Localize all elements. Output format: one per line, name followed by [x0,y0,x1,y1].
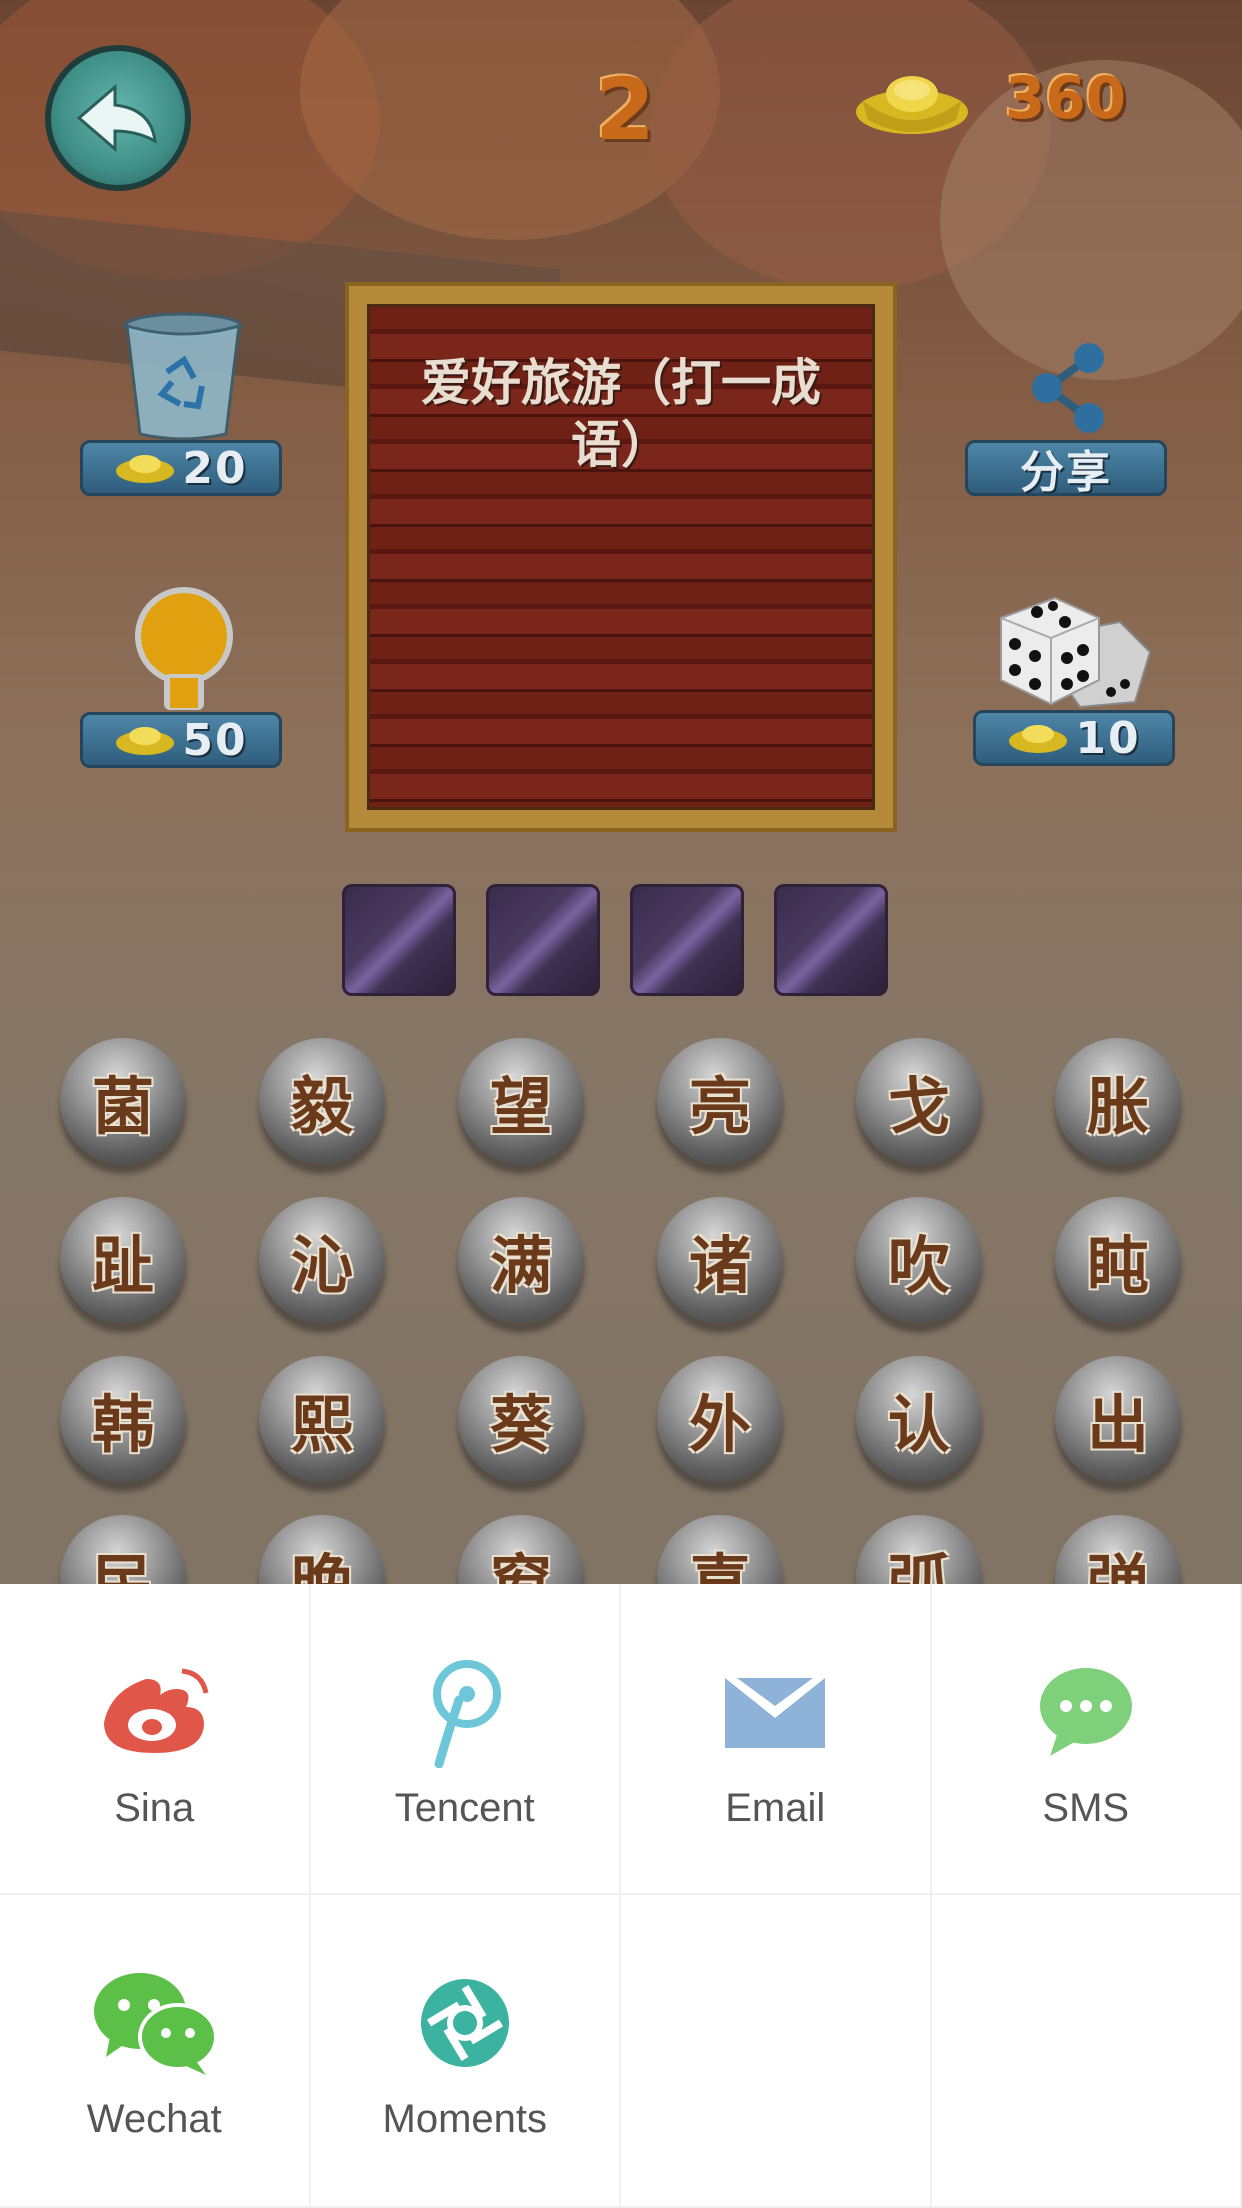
answer-slot[interactable] [774,884,888,996]
character-button[interactable]: 满 [458,1197,584,1323]
share-option-sms[interactable]: SMS [931,1584,1242,1895]
share-option-email[interactable]: Email [621,1584,932,1895]
answer-slot[interactable] [630,884,744,996]
question-panel: 爱好旅游（打一成语） [367,304,875,810]
character-button[interactable]: 盹 [1055,1197,1181,1323]
share-option-label: SMS [1042,1786,1130,1830]
moments-icon [420,1979,509,2067]
trash-bin-icon [123,312,243,440]
hint-price: 50 [182,714,248,766]
share-sheet: Sina Tencent Email SMS Wechat Moments [0,1584,1242,2208]
character-button[interactable]: 胀 [1055,1038,1181,1164]
dice-icon [1000,596,1152,709]
gold-ingot-icon [1009,725,1068,753]
character-button[interactable]: 外 [657,1356,783,1482]
question-text: 爱好旅游（打一成语） [421,354,821,474]
character-grid: 菌 毅 望 亮 戈 胀 趾 沁 满 诸 吹 盹 韩 熙 葵 外 认 出 民 晚 … [60,1038,1184,1641]
tencent-weibo-icon [432,1660,501,1768]
share-option-label: Tencent [394,1786,535,1830]
share-option-label: Sina [114,1786,195,1830]
share-label-badge: 分享 [965,440,1167,498]
character-button[interactable]: 菌 [60,1038,186,1164]
coin-count: 360 [1005,64,1127,132]
share-option-label: Email [725,1786,826,1830]
answer-slots [342,884,888,996]
gold-ingot-icon [116,727,175,755]
lightbulb-icon [135,587,233,710]
level-number: 2 [595,60,655,160]
random-price: 10 [1075,712,1141,764]
share-option-moments[interactable]: Moments [310,1895,621,2208]
share-label: 分享 [1020,447,1112,498]
character-button[interactable]: 亮 [657,1038,783,1164]
character-button[interactable]: 望 [458,1038,584,1164]
share-tool[interactable]: 分享 [965,340,1170,500]
sina-weibo-icon [104,1668,209,1753]
share-option-wechat[interactable]: Wechat [0,1895,311,2208]
share-icon [1032,343,1104,433]
share-option-sina[interactable]: Sina [0,1584,311,1895]
sms-icon [1039,1668,1132,1756]
remove-wrong-tool[interactable]: 20 [80,312,285,502]
question-board: 爱好旅游（打一成语） [345,282,897,832]
character-button[interactable]: 出 [1055,1356,1181,1482]
random-tool[interactable]: 10 [973,592,1178,772]
share-option-label: Moments [382,2097,548,2141]
answer-slot[interactable] [486,884,600,996]
character-button[interactable]: 吹 [856,1197,982,1323]
share-option-label: Wechat [86,2097,222,2141]
share-option-tencent[interactable]: Tencent [310,1584,621,1895]
remove-price: 20 [182,442,248,494]
gold-ingot-icon [856,76,968,134]
answer-slot[interactable] [342,884,456,996]
gold-ingot-icon [116,455,175,483]
character-button[interactable]: 熙 [259,1356,385,1482]
character-button[interactable]: 诸 [657,1197,783,1323]
back-arrow-icon [76,83,157,153]
character-button[interactable]: 认 [856,1356,982,1482]
character-button[interactable]: 葵 [458,1356,584,1482]
character-button[interactable]: 毅 [259,1038,385,1164]
character-button[interactable]: 趾 [60,1197,186,1323]
game-screen: 2 360 20 50 分享 10 爱好旅游（打一成语） 菌 毅 望 亮 戈 胀… [0,0,1242,2208]
email-icon [725,1678,826,1748]
wechat-icon [94,1973,217,2075]
random-price-badge: 10 [973,710,1175,766]
remove-price-badge: 20 [80,440,282,496]
hint-tool[interactable]: 50 [80,586,285,776]
share-empty-cell [931,1895,1242,2208]
character-button[interactable]: 韩 [60,1356,186,1482]
share-empty-cell [621,1895,932,2208]
hint-price-badge: 50 [80,712,282,768]
back-button[interactable] [45,45,191,191]
character-button[interactable]: 沁 [259,1197,385,1323]
character-button[interactable]: 戈 [856,1038,982,1164]
